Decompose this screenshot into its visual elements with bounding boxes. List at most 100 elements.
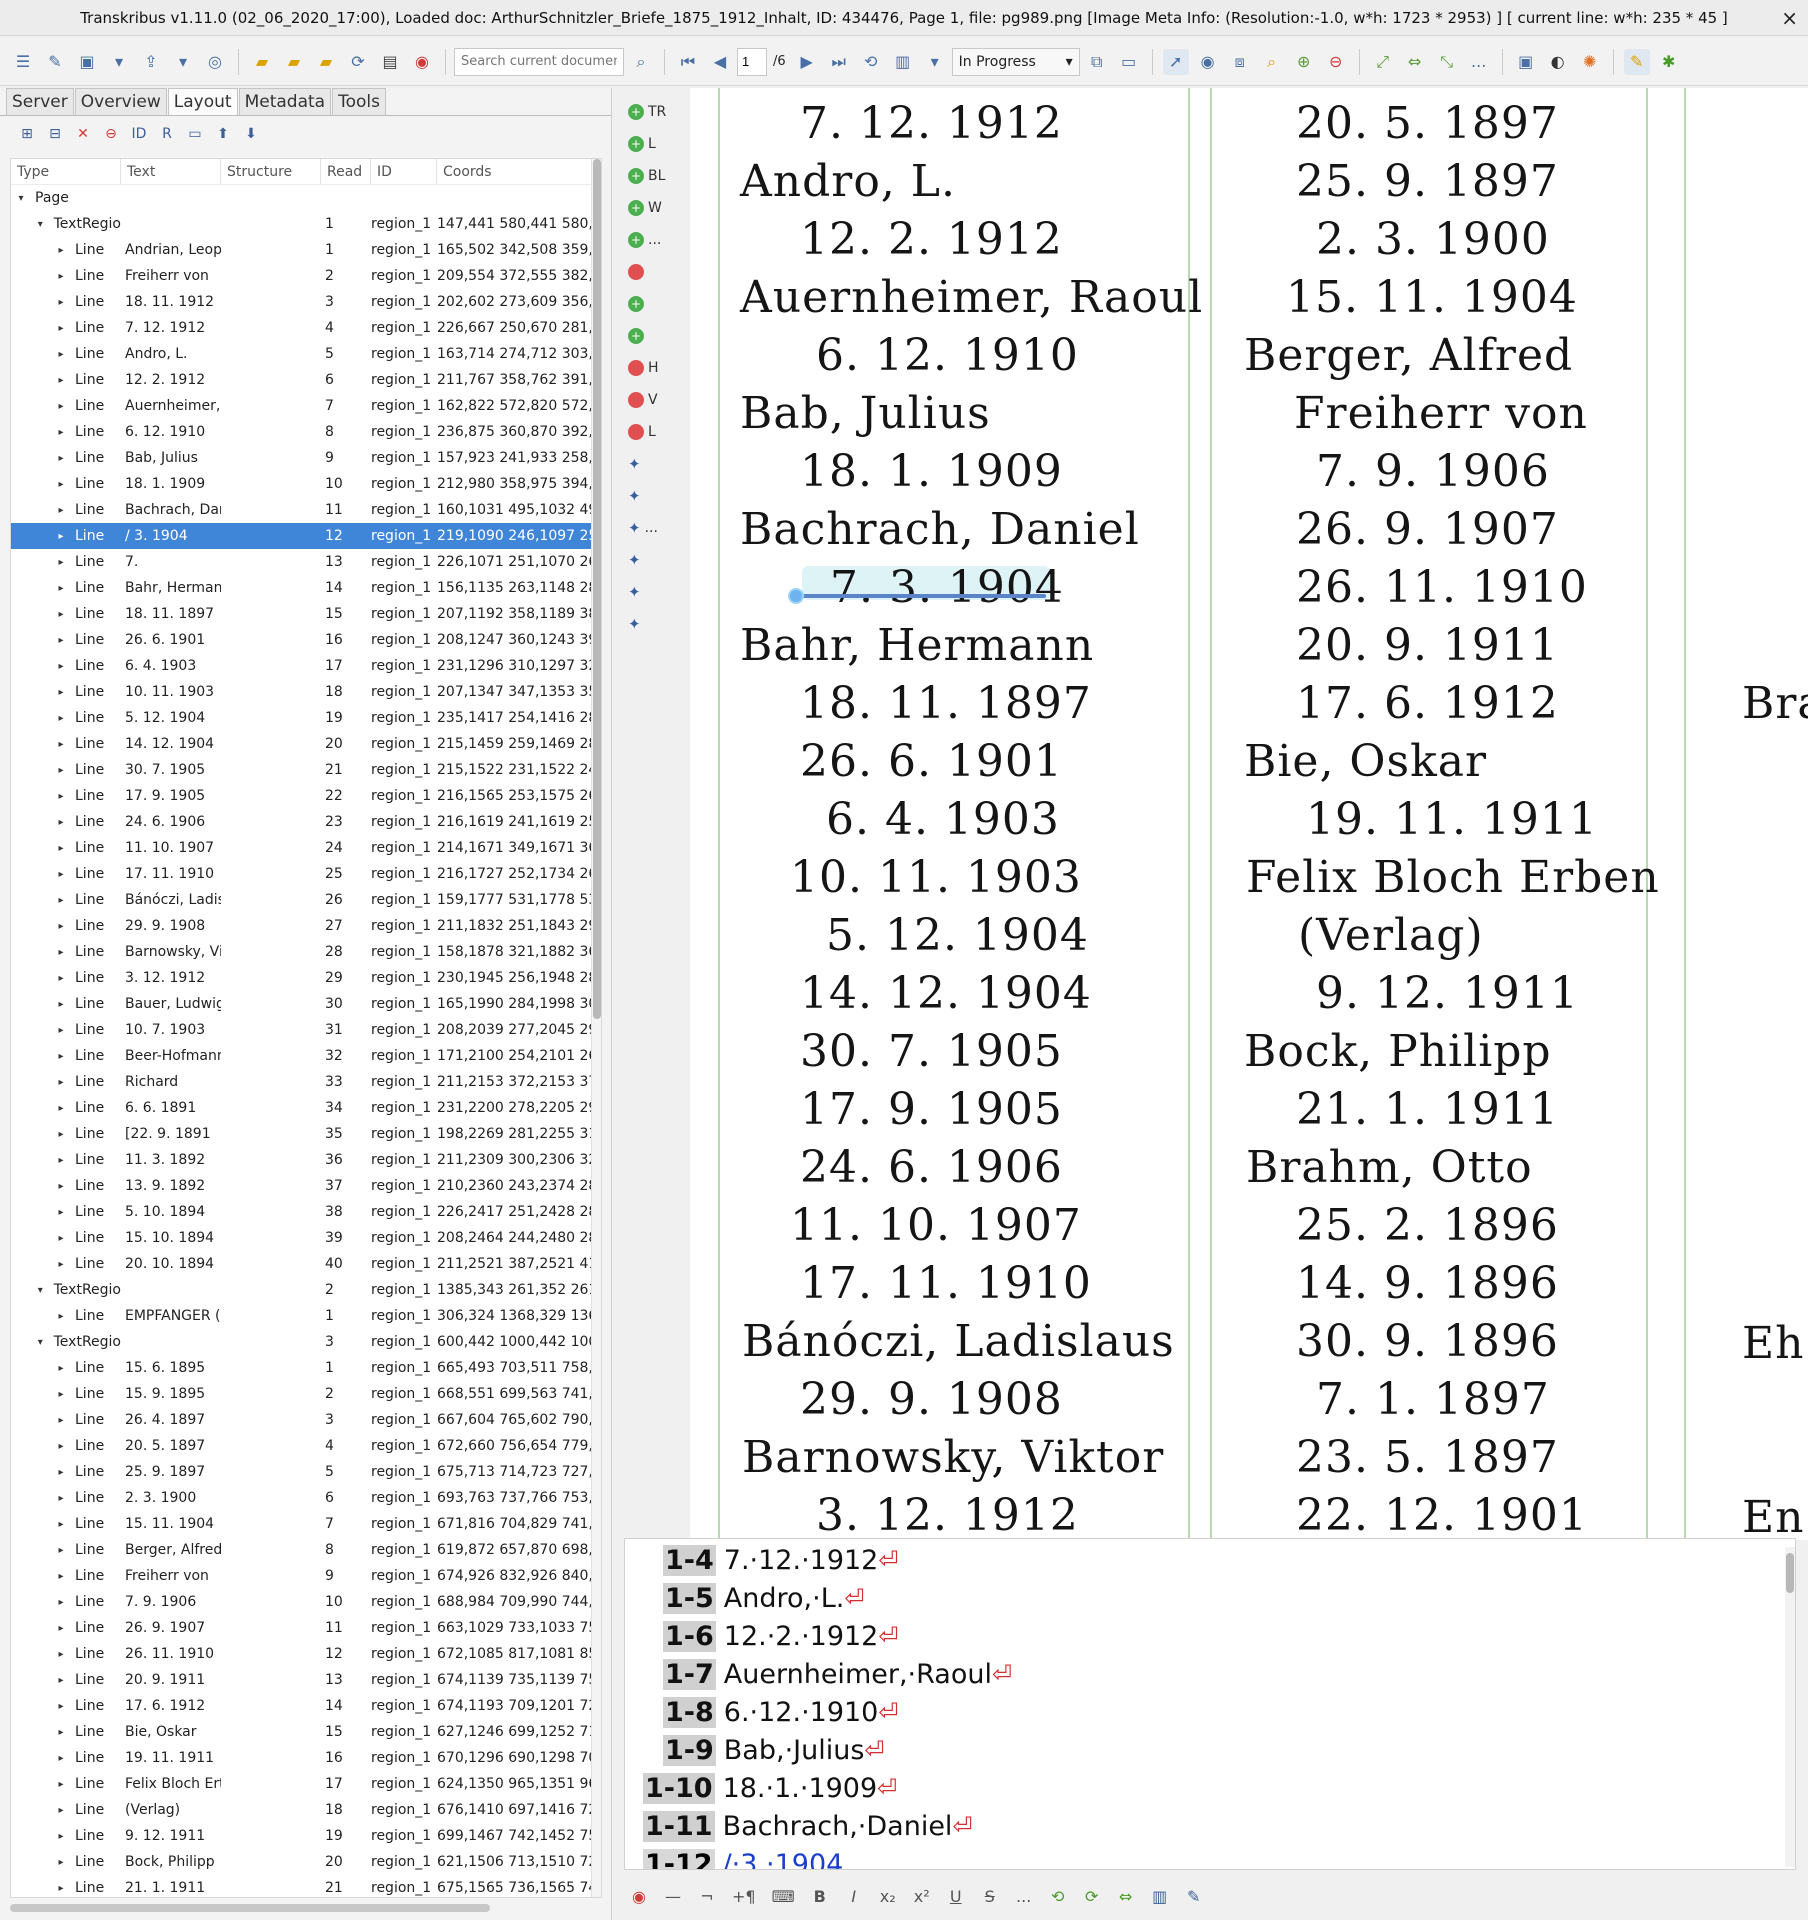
tree-row[interactable]: ▸ Line 26. 6. 1901 16 region_1 208,1247 … — [11, 627, 601, 653]
collapsed-arrow-icon[interactable]: ▸ — [55, 1649, 67, 1660]
move-up-icon[interactable]: ⬆ — [212, 123, 234, 145]
keyboard-icon[interactable]: ⌨ — [772, 1887, 795, 1906]
tree-row[interactable]: ▸ Line Andrian, Leopo 1 region_1 165,502… — [11, 237, 601, 263]
collapsed-arrow-icon[interactable]: ▸ — [55, 687, 67, 698]
close-icon[interactable]: × — [1781, 6, 1798, 30]
collapsed-arrow-icon[interactable]: ▸ — [55, 1233, 67, 1244]
info-icon[interactable]: ◎ — [202, 49, 228, 75]
collapsed-arrow-icon[interactable]: ▸ — [55, 1441, 67, 1452]
collapsed-arrow-icon[interactable]: ▸ — [55, 531, 67, 542]
tree-row[interactable]: ▸ Line / 3. 1904 12 region_1 219,1090 24… — [11, 523, 601, 549]
tree-row[interactable]: ▸ Line 7. 9. 1906 10 region_1 688,984 70… — [11, 1589, 601, 1615]
tree-row[interactable]: ▸ Line 5. 12. 1904 19 region_1 235,1417 … — [11, 705, 601, 731]
line-text[interactable]: Bachrach,·Daniel — [723, 1811, 953, 1842]
tree-row[interactable]: ▸ Line (Verlag) 18 region_1 676,1410 697… — [11, 1797, 601, 1823]
view-eye-icon[interactable]: ◉ — [1195, 49, 1221, 75]
collapsed-arrow-icon[interactable]: ▸ — [55, 1753, 67, 1764]
image-text-line[interactable]: 14. 9. 1896 — [1296, 1258, 1559, 1309]
tree-row[interactable]: ▸ Line [22. 9. 1891 35 region_1 198,2269… — [11, 1121, 601, 1147]
tree-row[interactable]: ▸ Line 12. 2. 1912 6 region_1 211,767 35… — [11, 367, 601, 393]
tab-tools[interactable]: Tools — [332, 88, 386, 115]
side-tool-7[interactable]: + — [628, 320, 684, 352]
tree-row[interactable]: ▸ Line 11. 10. 1907 24 region_1 214,1671… — [11, 835, 601, 861]
collapsed-arrow-icon[interactable]: ▸ — [55, 1779, 67, 1790]
side-tool-3[interactable]: + W — [628, 192, 684, 224]
tree-row[interactable]: ▸ Line 6. 6. 1891 34 region_1 231,2200 2… — [11, 1095, 601, 1121]
palette-icon[interactable]: ✺ — [1577, 49, 1603, 75]
region-icon[interactable]: ▭ — [184, 123, 206, 145]
expanded-arrow-icon[interactable]: ▾ — [35, 1285, 46, 1296]
side-tool-6[interactable]: + — [628, 288, 684, 320]
editor-line[interactable]: 1-10 18.·1.·1909 ⏎ — [643, 1771, 897, 1805]
tree-row[interactable]: ▸ Line EMPFANGER ( 1 region_1 306,324 13… — [11, 1303, 601, 1329]
undo-icon[interactable]: ⟲ — [1049, 1887, 1067, 1906]
tab-metadata[interactable]: Metadata — [238, 88, 332, 115]
collapsed-arrow-icon[interactable]: ▸ — [55, 427, 67, 438]
side-tool-1[interactable]: + L — [628, 128, 684, 160]
collapsed-arrow-icon[interactable]: ▸ — [55, 843, 67, 854]
wrench-icon[interactable]: ✎ — [1185, 1887, 1203, 1906]
tree-row[interactable]: ▸ Line Bachrach, Dan 11 region_1 160,103… — [11, 497, 601, 523]
tree-row[interactable]: ▾ Page — [11, 185, 601, 211]
collapsed-arrow-icon[interactable]: ▸ — [55, 1571, 67, 1582]
collapsed-arrow-icon[interactable]: ▸ — [55, 999, 67, 1010]
tree-horizontal-scrollbar[interactable] — [10, 1904, 490, 1912]
move-down-icon[interactable]: ⬇ — [240, 123, 262, 145]
collapsed-arrow-icon[interactable]: ▸ — [55, 375, 67, 386]
next-page-icon[interactable]: ▶ — [794, 49, 820, 75]
strikethrough-button[interactable]: S — [981, 1887, 999, 1906]
image-text-line[interactable]: 18. 1. 1909 — [800, 446, 1063, 497]
not-sign-icon[interactable]: ¬ — [698, 1887, 716, 1906]
collapsed-arrow-icon[interactable]: ▸ — [55, 635, 67, 646]
collapsed-arrow-icon[interactable]: ▸ — [55, 505, 67, 516]
collapsed-arrow-icon[interactable]: ▸ — [55, 1077, 67, 1088]
first-page-icon[interactable]: ⏮ — [675, 49, 701, 75]
tree-row[interactable]: ▸ Line 20. 10. 1894 40 region_1 211,2521… — [11, 1251, 601, 1277]
tree-row[interactable]: ▸ Line Beer-Hofmann 32 region_1 171,2100… — [11, 1043, 601, 1069]
tree-row[interactable]: ▸ Line 3. 12. 1912 29 region_1 230,1945 … — [11, 965, 601, 991]
image-text-line[interactable]: 30. 9. 1896 — [1296, 1316, 1559, 1367]
collapsed-arrow-icon[interactable]: ▸ — [55, 1675, 67, 1686]
zoom-icon[interactable]: ⌕ — [1259, 49, 1285, 75]
collapsed-arrow-icon[interactable]: ▸ — [55, 1883, 67, 1894]
tree-row[interactable]: ▸ Line 20. 5. 1897 4 region_1 672,660 75… — [11, 1433, 601, 1459]
select-cursor-icon[interactable]: ➚ — [1162, 48, 1189, 75]
image-text-line[interactable]: 3. 12. 1912 — [816, 1490, 1079, 1540]
image-text-line[interactable]: Freiherr von — [1294, 388, 1588, 439]
collapsed-arrow-icon[interactable]: ▸ — [55, 453, 67, 464]
tree-row[interactable]: ▸ Line 13. 9. 1892 37 region_1 210,2360 … — [11, 1173, 601, 1199]
image-text-line[interactable]: Bachrach, Daniel — [740, 504, 1140, 555]
folder-add-icon[interactable]: ▰ — [281, 49, 307, 75]
image-text-line[interactable]: (Verlag) — [1298, 910, 1484, 961]
collapsed-arrow-icon[interactable]: ▸ — [55, 1025, 67, 1036]
image-text-line[interactable]: 10. 11. 1903 — [790, 852, 1082, 903]
tree-row[interactable]: ▸ Line Freiherr von 2 region_1 209,554 3… — [11, 263, 601, 289]
collapsed-arrow-icon[interactable]: ▸ — [55, 297, 67, 308]
tree-row[interactable]: ▸ Line 19. 11. 1911 16 region_1 670,1296… — [11, 1745, 601, 1771]
image-text-line[interactable]: Andro, L. — [740, 156, 956, 207]
tree-row[interactable]: ▸ Line 15. 9. 1895 2 region_1 668,551 69… — [11, 1381, 601, 1407]
layers-icon[interactable]: ▣ — [1513, 49, 1539, 75]
editor-line[interactable]: 1-7 Auernheimer,·Raoul ⏎ — [663, 1657, 1012, 1691]
tree-row[interactable]: ▾ TextRegio 1 region_1 147,441 580,441 5… — [11, 211, 601, 237]
pilcrow-icon[interactable]: +¶ — [732, 1887, 756, 1906]
image-text-line[interactable]: 23. 5. 1897 — [1296, 1432, 1559, 1483]
side-tool-10[interactable]: L — [628, 416, 684, 448]
collapsed-arrow-icon[interactable]: ▸ — [55, 271, 67, 282]
tree-row[interactable]: ▸ Line Bauer, Ludwig 30 region_1 165,199… — [11, 991, 601, 1017]
col-id[interactable]: ID — [371, 159, 437, 184]
tree-row[interactable]: ▸ Line Berger, Alfred 8 region_1 619,872… — [11, 1537, 601, 1563]
collapsed-arrow-icon[interactable]: ▸ — [55, 661, 67, 672]
collapsed-arrow-icon[interactable]: ▸ — [55, 1467, 67, 1478]
dropdown-icon[interactable]: ▾ — [170, 49, 196, 75]
collapsed-arrow-icon[interactable]: ▸ — [55, 1727, 67, 1738]
sync-icon[interactable]: ⇔ — [1117, 1887, 1135, 1906]
image-text-line[interactable]: 6. 12. 1910 — [816, 330, 1079, 381]
image-text-line[interactable]: 29. 9. 1908 — [800, 1374, 1063, 1425]
image-text-line[interactable]: 6. 4. 1903 — [826, 794, 1060, 845]
image-text-line[interactable]: 20. 9. 1911 — [1296, 620, 1559, 671]
tab-layout[interactable]: Layout — [167, 88, 238, 115]
image-text-line[interactable]: 18. 11. 1897 — [800, 678, 1092, 729]
image-text-line[interactable]: 7. 9. 1906 — [1316, 446, 1550, 497]
dropdown-icon[interactable]: ▾ — [922, 49, 948, 75]
